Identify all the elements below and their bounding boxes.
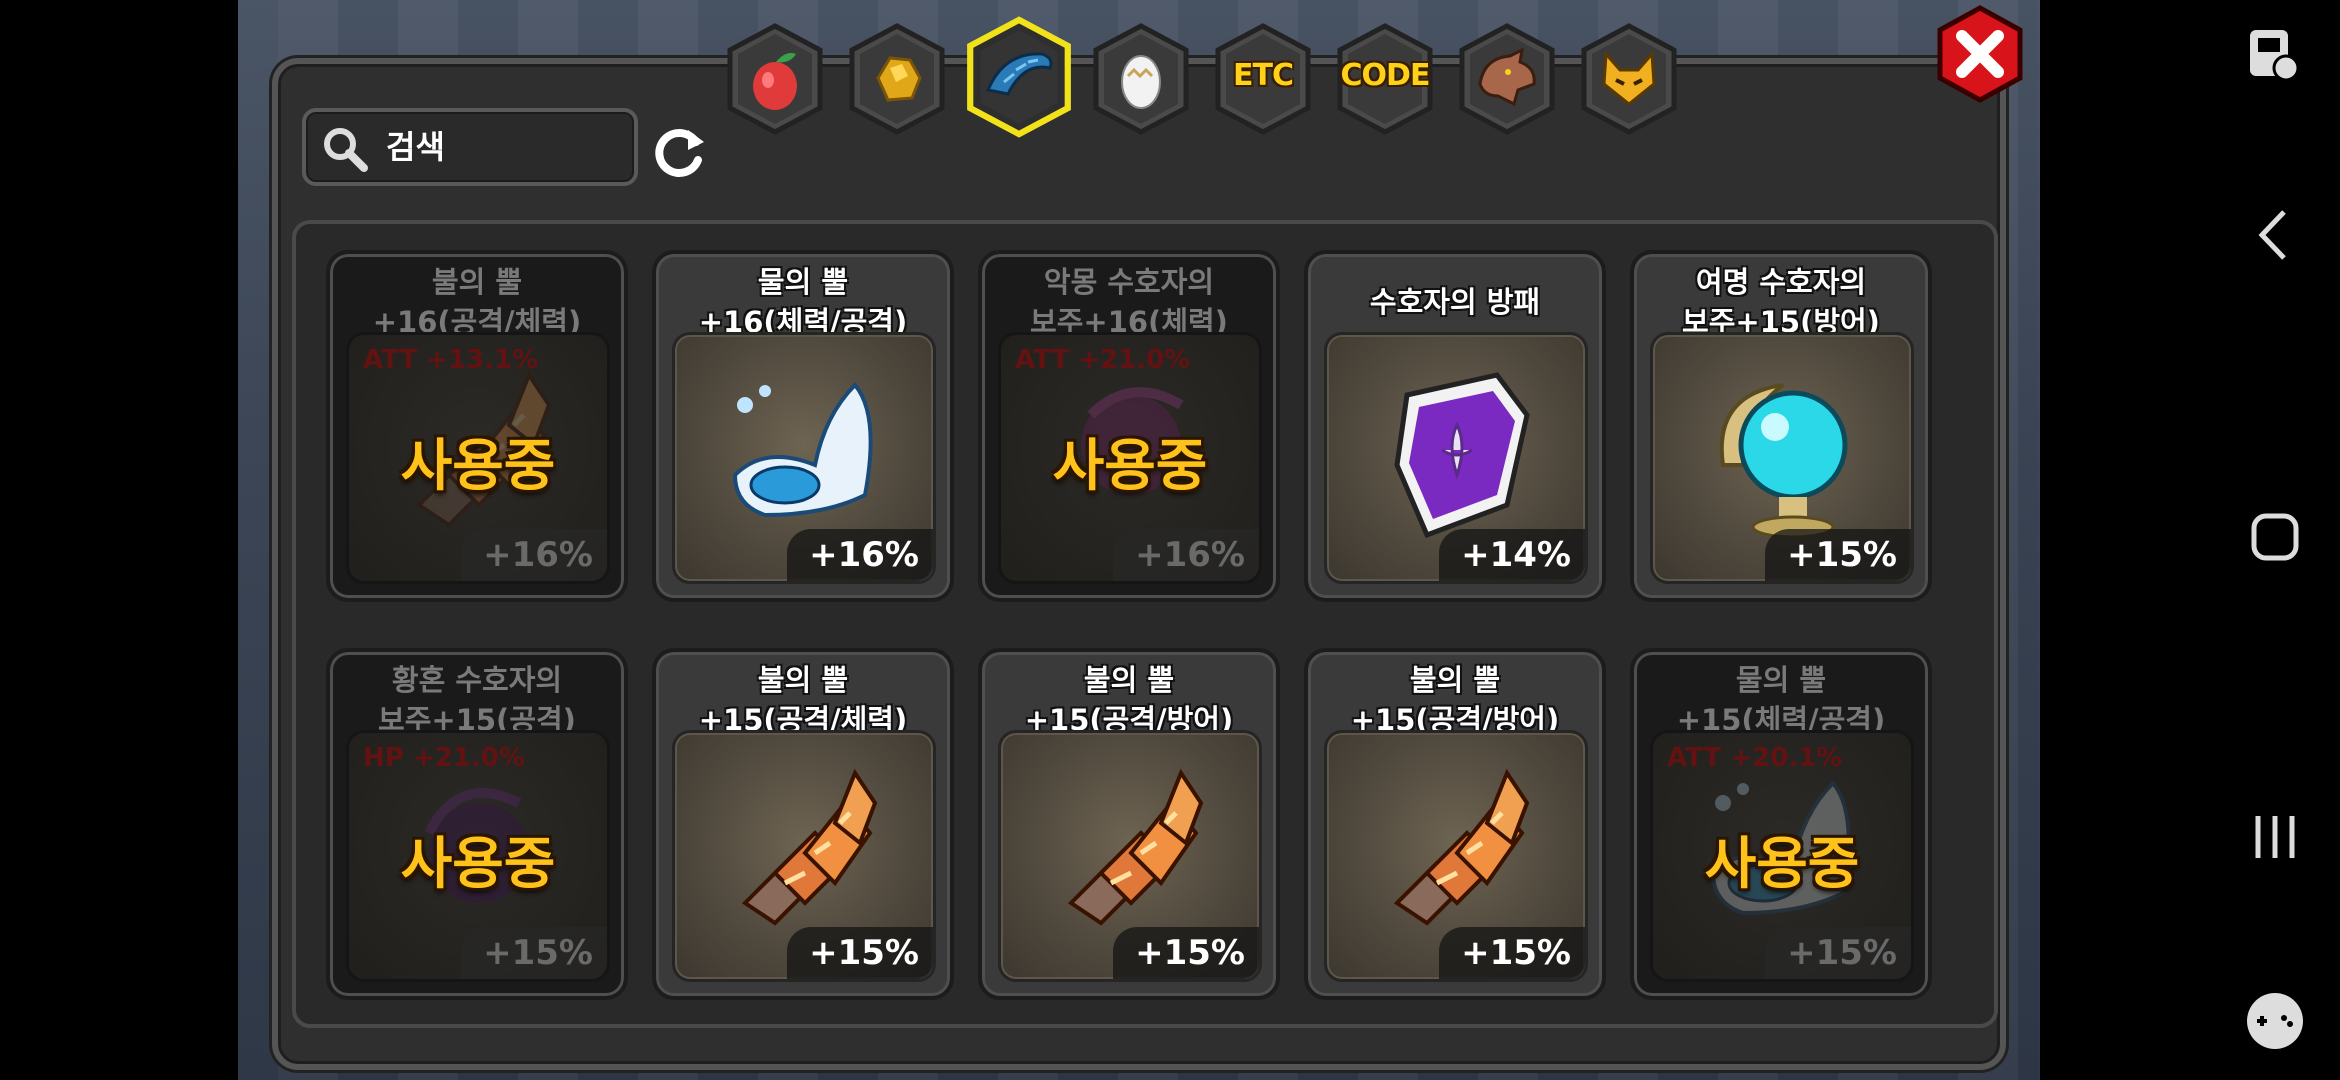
item-card[interactable]: 불의 뿔 +15(공격/방어) +15% — [1304, 648, 1606, 1000]
item-slot: +16% — [672, 332, 936, 584]
stat-hint: ATT +20.1% — [1667, 743, 1843, 773]
tab-pet[interactable] — [1576, 20, 1682, 138]
close-icon[interactable] — [1932, 4, 2028, 104]
item-slot: ATT +21.0% 사용중 +16% — [998, 332, 1262, 584]
fruit-icon — [753, 53, 797, 110]
item-card[interactable]: 불의 뿔 +15(공격/체력) +15% — [652, 648, 954, 1000]
item-title: 물의 뿔 +15(체력/공격) — [1676, 663, 1886, 737]
stat-hint: ATT +21.0% — [1015, 345, 1191, 375]
in-use-label: 사용중 — [1704, 832, 1860, 897]
water-horn-icon — [705, 355, 905, 555]
item-title: 황혼 수호자의 보주+15(공격) — [378, 663, 576, 737]
item-bonus-percent: +14% — [1439, 529, 1585, 581]
guardian-shield-icon — [1357, 355, 1557, 555]
item-card[interactable]: 불의 뿔 +16(공격/체력) ATT +13.1% 사용중 +16% — [326, 250, 628, 602]
in-use-label: 사용중 — [1052, 434, 1208, 499]
item-bonus-percent: +16% — [787, 529, 933, 581]
item-title: 불의 뿔 +15(공격/방어) — [1350, 663, 1560, 737]
item-card[interactable]: 불의 뿔 +15(공격/방어) +15% — [978, 648, 1280, 1000]
fire-horn-icon — [1357, 753, 1557, 953]
search-icon — [324, 128, 368, 172]
search-input[interactable] — [386, 124, 626, 170]
dawn-orb-icon — [1683, 355, 1883, 555]
item-title: 불의 뿔 +15(공격/체력) — [698, 663, 908, 737]
item-slot: +15% — [998, 730, 1262, 982]
recents-icon[interactable] — [2240, 802, 2310, 872]
stat-hint: ATT +13.1% — [363, 345, 539, 375]
dragon-head-icon — [1478, 48, 1536, 107]
in-use-label: 사용중 — [400, 434, 556, 499]
item-slot: +15% — [1324, 730, 1588, 982]
item-title: 여명 수호자의 보주+15(방어) — [1682, 265, 1880, 339]
in-use-label: 사용중 — [400, 832, 556, 897]
item-bonus-percent: +16% — [461, 529, 607, 581]
item-bonus-percent: +15% — [1765, 927, 1911, 979]
home-icon[interactable] — [2240, 502, 2310, 572]
item-bonus-percent: +15% — [461, 927, 607, 979]
item-bonus-percent: +15% — [1439, 927, 1585, 979]
item-bonus-percent: +15% — [787, 927, 933, 979]
item-bonus-percent: +15% — [1113, 927, 1259, 979]
item-slot: ATT +13.1% 사용중 +16% — [346, 332, 610, 584]
item-bonus-percent: +16% — [1113, 529, 1259, 581]
pet-face-icon — [1602, 50, 1656, 106]
search-box[interactable] — [302, 108, 638, 186]
refresh-icon[interactable] — [650, 122, 710, 182]
tab-label: CODE — [1340, 58, 1431, 93]
tab-ore[interactable] — [844, 20, 950, 138]
tab-dragon[interactable] — [1454, 20, 1560, 138]
item-title: 불의 뿔 +16(공격/체력) — [372, 265, 582, 339]
item-bonus-percent: +15% — [1765, 529, 1911, 581]
tab-code[interactable]: CODE — [1332, 20, 1438, 138]
fire-horn-icon — [1031, 753, 1231, 953]
tab-fruit[interactable] — [722, 20, 828, 138]
fire-horn-icon — [705, 753, 905, 953]
item-card[interactable]: 물의 뿔 +16(체력/공격) +16% — [652, 250, 954, 602]
stat-hint: HP +21.0% — [363, 743, 525, 773]
back-icon[interactable] — [2240, 200, 2310, 270]
blue-horn-icon — [985, 52, 1053, 96]
item-title: 악몽 수호자의 보주+16(체력) — [1030, 265, 1228, 339]
left-letterbox — [0, 0, 238, 1080]
egg-icon — [1121, 55, 1161, 109]
gold-ore-icon — [876, 56, 922, 102]
screen-lock-icon[interactable] — [2240, 20, 2310, 90]
item-slot: +14% — [1324, 332, 1588, 584]
tab-etc[interactable]: ETC — [1210, 20, 1316, 138]
item-card[interactable]: 황혼 수호자의 보주+15(공격) HP +21.0% 사용중 +15% — [326, 648, 628, 1000]
tab-egg[interactable] — [1088, 20, 1194, 138]
item-title: 수호자의 방패 — [1369, 285, 1541, 319]
item-card[interactable]: 여명 수호자의 보주+15(방어) +15% — [1630, 250, 1932, 602]
item-card[interactable]: 수호자의 방패 +14% — [1304, 250, 1606, 602]
item-slot: +15% — [1650, 332, 1914, 584]
item-title: 물의 뿔 +16(체력/공격) — [698, 265, 908, 339]
item-slot: +15% — [672, 730, 936, 982]
game-tools-icon[interactable] — [2240, 986, 2310, 1056]
tab-horn[interactable] — [964, 14, 1074, 140]
item-card[interactable]: 물의 뿔 +15(체력/공격) ATT +20.1% 사용중 +15% — [1630, 648, 1932, 1000]
item-slot: HP +21.0% 사용중 +15% — [346, 730, 610, 982]
item-slot: ATT +20.1% 사용중 +15% — [1650, 730, 1914, 982]
item-card[interactable]: 악몽 수호자의 보주+16(체력) ATT +21.0% 사용중 +16% — [978, 250, 1280, 602]
item-title: 불의 뿔 +15(공격/방어) — [1024, 663, 1234, 737]
tab-label: ETC — [1233, 58, 1294, 93]
